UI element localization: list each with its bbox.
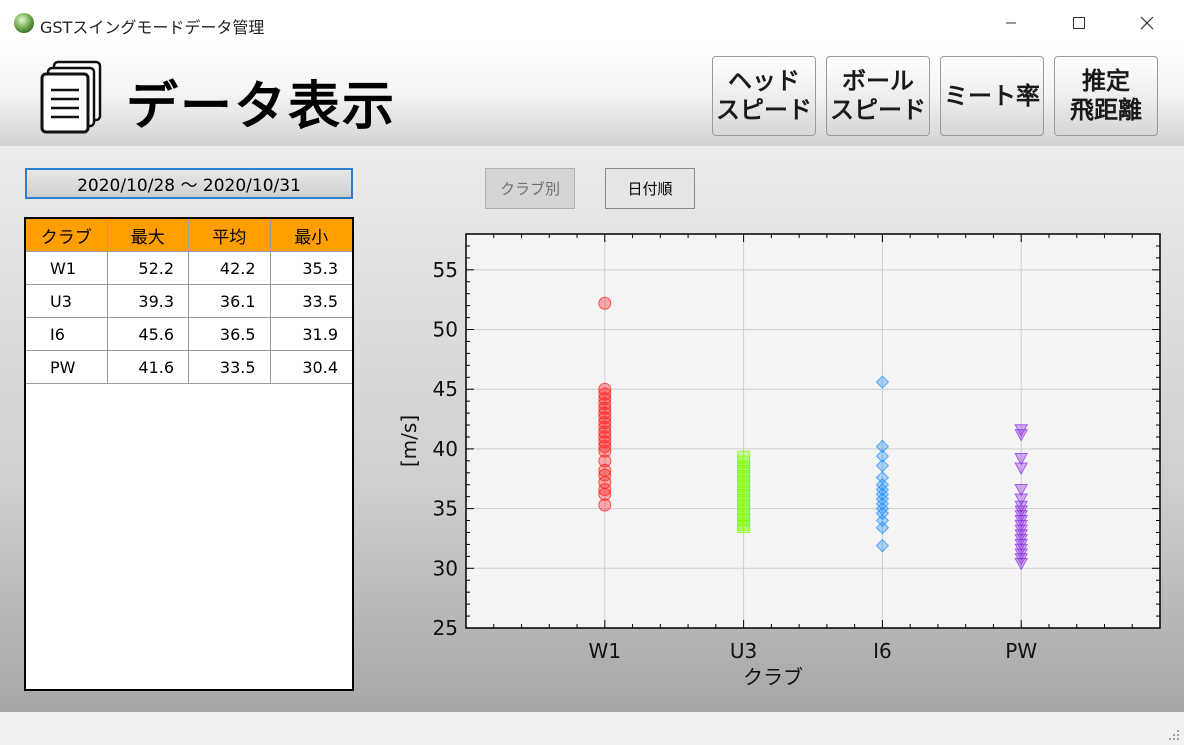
- page-title: データ表示: [126, 77, 397, 137]
- data-point: [598, 296, 612, 310]
- table-cell: 33.5: [270, 285, 352, 318]
- ball-speed-button[interactable]: ボール スピード: [826, 56, 930, 136]
- by-date-button[interactable]: 日付順: [605, 168, 695, 209]
- window-title: GSTスイングモードデータ管理: [40, 18, 265, 37]
- table-cell: 35.3: [270, 252, 352, 285]
- head-speed-button[interactable]: ヘッド スピード: [712, 56, 816, 136]
- y-tick-label: 50: [433, 318, 458, 342]
- document-icon: [40, 60, 102, 134]
- stats-table: クラブ 最大 平均 最小 W1 52.2 42.2 35.3 U3 39.3 3…: [24, 217, 354, 691]
- y-tick-label: 55: [433, 258, 458, 282]
- close-icon: [1140, 16, 1154, 30]
- table-cell: 36.1: [189, 285, 271, 318]
- table-row[interactable]: W1 52.2 42.2 35.3: [26, 252, 352, 285]
- table-row[interactable]: U3 39.3 36.1 33.5: [26, 285, 352, 318]
- x-axis-label: クラブ: [743, 665, 803, 689]
- title-bar: GSTスイングモードデータ管理: [0, 0, 1184, 46]
- maximize-button[interactable]: [1056, 0, 1102, 46]
- table-cell: I6: [26, 318, 108, 351]
- header: データ表示 ヘッド スピード ボール スピード ミート率 推定 飛距離: [0, 46, 1184, 146]
- close-button[interactable]: [1124, 0, 1170, 46]
- resize-grip-icon[interactable]: [1168, 729, 1180, 741]
- status-bar: [0, 712, 1184, 745]
- data-point: [598, 487, 612, 501]
- date-range-field[interactable]: 2020/10/28 ～ 2020/10/31: [25, 168, 353, 199]
- plot-area: [466, 234, 1160, 628]
- table-header-row: クラブ 最大 平均 最小: [26, 219, 352, 252]
- table-cell: W1: [26, 252, 108, 285]
- y-tick-label: 40: [433, 437, 458, 461]
- data-point: [598, 498, 612, 512]
- table-cell: 42.2: [189, 252, 271, 285]
- table-cell: 45.6: [107, 318, 190, 351]
- x-tick-label: PW: [1005, 639, 1037, 663]
- header-avg: 平均: [189, 219, 271, 252]
- by-club-button[interactable]: クラブ別: [485, 168, 575, 209]
- minimize-button[interactable]: [988, 0, 1034, 46]
- header-max: 最大: [107, 219, 189, 252]
- scatter-chart: 25 30 35 40 45 50 55 W1 U3 I6 PW クラブ [m/s]: [397, 233, 1161, 689]
- estimated-distance-button[interactable]: 推定 飛距離: [1054, 56, 1158, 136]
- y-tick-label: 45: [433, 377, 458, 401]
- app-icon: [14, 13, 34, 33]
- y-tick-label: 25: [433, 616, 458, 640]
- table-cell: 30.4: [270, 351, 352, 384]
- content-area: 2020/10/28 ～ 2020/10/31 クラブ別 日付順 クラブ 最大 …: [0, 146, 1184, 712]
- table-row[interactable]: I6 45.6 36.5 31.9: [26, 318, 352, 351]
- header-club: クラブ: [26, 219, 108, 252]
- maximize-icon: [1073, 17, 1085, 29]
- table-cell: U3: [26, 285, 108, 318]
- y-tick-label: 30: [433, 556, 458, 580]
- table-row[interactable]: PW 41.6 33.5 30.4: [26, 351, 352, 384]
- meet-rate-button[interactable]: ミート率: [940, 56, 1044, 136]
- y-axis-label: [m/s]: [397, 415, 421, 467]
- table-cell: 39.3: [107, 285, 190, 318]
- y-tick-label: 35: [433, 497, 458, 521]
- table-cell: 31.9: [270, 318, 352, 351]
- x-tick-label: W1: [589, 639, 622, 663]
- table-cell: 41.6: [107, 351, 190, 384]
- header-min: 最小: [270, 219, 352, 252]
- table-cell: PW: [26, 351, 108, 384]
- table-cell: 52.2: [107, 252, 190, 285]
- minimize-icon: [1006, 22, 1016, 24]
- table-cell: 33.5: [189, 351, 271, 384]
- table-cell: 36.5: [189, 318, 271, 351]
- x-tick-label: I6: [873, 639, 892, 663]
- x-tick-label: U3: [730, 639, 757, 663]
- data-point: [737, 520, 751, 534]
